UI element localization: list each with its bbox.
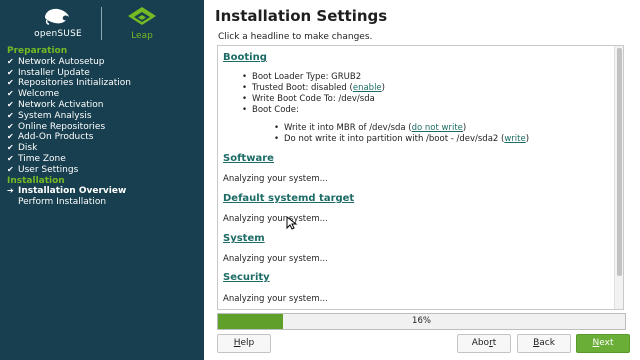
bullet-dot: • (274, 123, 280, 133)
leap-icon (128, 7, 156, 25)
step-label: Network Autosetup (18, 56, 105, 67)
step-label: Installation Overview (18, 186, 127, 197)
summary-content: Booting • Boot Loader Type: GRUB2 • Truste… (218, 46, 613, 309)
trusted-boot: • Trusted Boot: disabled (enable) (242, 83, 385, 93)
abort-button[interactable]: Abort (457, 334, 511, 353)
boot-loader-type: • Boot Loader Type: GRUB2 (242, 72, 362, 82)
write-link[interactable]: write (504, 134, 525, 144)
write-boot-code: • Write Boot Code To: /dev/sda (242, 94, 375, 104)
step-add-on-products: ✔ Add-On Products (0, 132, 204, 143)
logo-divider (101, 7, 102, 40)
help-button[interactable]: Help (217, 334, 271, 353)
bullet-dot: • (242, 83, 248, 93)
step-online-repositories: ✔ Online Repositories (0, 122, 204, 133)
step-label: Network Activation (18, 99, 104, 110)
step-label: System Analysis (18, 110, 92, 121)
page-hint: Click a headline to make changes. (218, 32, 373, 42)
scrollbar-thumb[interactable] (617, 48, 622, 276)
step-perform-installation: Perform Installation (0, 197, 204, 208)
step-user-settings: ✔ User Settings (0, 165, 204, 176)
section-link-security[interactable]: Security (223, 272, 270, 283)
step-label: Perform Installation (18, 197, 107, 208)
installation-summary: Booting • Boot Loader Type: GRUB2 • Truste… (217, 45, 624, 310)
software-status: Analyzing your system... (223, 174, 328, 184)
chameleon-icon (45, 8, 69, 25)
section-link-system[interactable]: System (223, 233, 265, 244)
check-icon: ✔ (7, 121, 14, 131)
step-repositories-initialization: ✔ Repositories Initialization (0, 78, 204, 89)
section-link-booting[interactable]: Booting (223, 52, 267, 63)
step-network-activation: ✔ Network Activation (0, 100, 204, 111)
security-status: Analyzing your system... (223, 294, 328, 304)
write-mbr: • Write it into MBR of /dev/sda (do not w… (274, 123, 467, 133)
check-icon: ✔ (7, 89, 14, 99)
section-link-default-systemd-target[interactable]: Default systemd target (223, 193, 354, 204)
step-label: Add-On Products (18, 132, 94, 143)
system-status: Analyzing your system... (223, 254, 328, 264)
step-label: Time Zone (18, 153, 66, 164)
step-label: User Settings (18, 164, 79, 175)
step-label: Repositories Initialization (18, 78, 132, 89)
step-network-autosetup: ✔ Network Autosetup (0, 57, 204, 68)
page-title: Installation Settings (215, 7, 388, 25)
check-icon: ✔ (7, 78, 14, 88)
step-installation-overview: ➔ Installation Overview (0, 186, 204, 197)
step-system-analysis: ✔ System Analysis (0, 111, 204, 122)
arrow-right-icon: ➔ (7, 186, 14, 196)
bullet-dot: • (274, 134, 280, 144)
section-link-software[interactable]: Software (223, 153, 274, 164)
progress-label: 16% (412, 316, 431, 326)
next-button[interactable]: Next (576, 334, 630, 353)
check-icon: ✔ (7, 153, 14, 163)
do-not-write-link[interactable]: do not write (412, 123, 463, 133)
back-button[interactable]: Back (517, 334, 571, 353)
systemd-target-status: Analyzing your system... (223, 214, 328, 224)
bullet-dot: • (242, 94, 248, 104)
bullet-dot: • (242, 105, 248, 115)
opensuse-wordmark: openSUSE (34, 29, 82, 39)
check-icon: ✔ (7, 132, 14, 142)
check-icon: ✔ (7, 164, 14, 174)
step-installer-update: ✔ Installer Update (0, 68, 204, 79)
check-icon: ✔ (7, 56, 14, 66)
enable-trusted-boot-link[interactable]: enable (353, 83, 382, 93)
sidebar: openSUSE Leap Preparation ✔ Network Autos… (0, 0, 204, 360)
step-label: Disk (18, 143, 38, 154)
check-icon: ✔ (7, 99, 14, 109)
check-icon: ✔ (7, 110, 14, 120)
step-label: Online Repositories (18, 121, 106, 132)
boot-code: • Boot Code: (242, 105, 299, 115)
step-group-installation: Installation (7, 175, 65, 186)
logo-area: openSUSE Leap (0, 0, 204, 46)
mouse-cursor-icon (286, 216, 298, 230)
installation-progress-bar: 16% (217, 313, 626, 330)
step-welcome: ✔ Welcome (0, 89, 204, 100)
check-icon: ✔ (7, 143, 14, 153)
bullet-dot: • (242, 72, 248, 82)
leap-logo: Leap (118, 6, 166, 42)
opensuse-logo: openSUSE (30, 6, 86, 42)
step-group-preparation: Preparation (7, 46, 68, 56)
write-partition: • Do not write it into partition with /bo… (274, 134, 530, 144)
check-icon: ✔ (7, 67, 14, 77)
step-time-zone: ✔ Time Zone (0, 154, 204, 165)
step-disk: ✔ Disk (0, 143, 204, 154)
leap-wordmark: Leap (131, 31, 153, 41)
step-label: Welcome (18, 89, 60, 100)
installation-steps: Preparation ✔ Network Autosetup ✔ Installe… (0, 46, 204, 208)
step-label: Installer Update (18, 67, 90, 78)
summary-scrollbar[interactable] (614, 46, 623, 309)
main-panel: Installation Settings Click a headline t… (204, 0, 640, 360)
